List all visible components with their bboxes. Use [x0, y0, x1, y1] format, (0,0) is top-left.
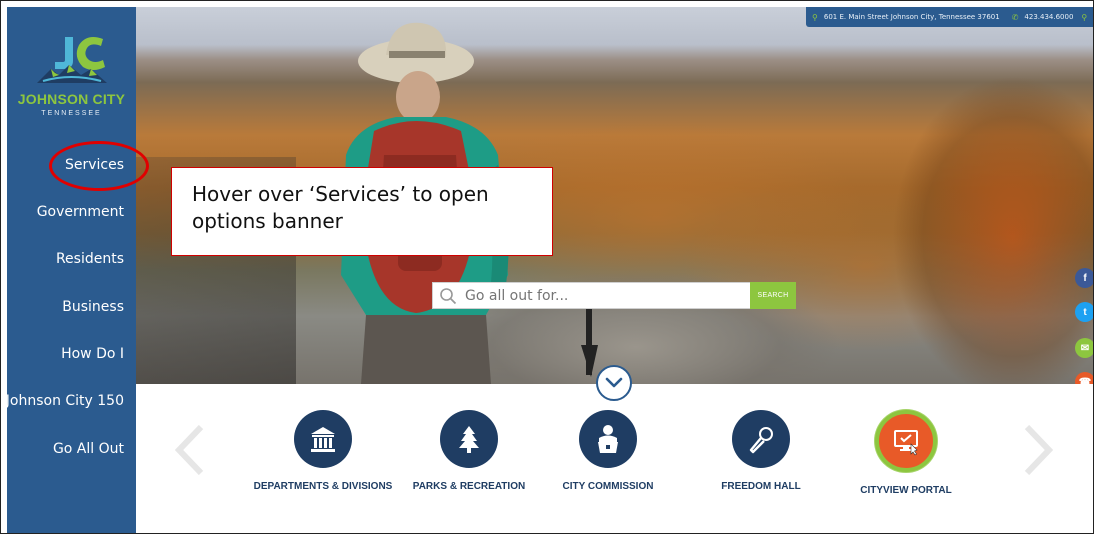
quick-link-label: FREEDOM HALL [721, 481, 801, 492]
nav-item-government[interactable]: Government [37, 204, 124, 220]
search-button[interactable]: SEARCH [750, 282, 796, 309]
building-icon [311, 427, 335, 452]
header-search-icon[interactable]: ⚲ [1081, 13, 1087, 22]
logo-mark-icon [37, 37, 107, 83]
quick-link-parks[interactable]: PARKS & RECREATION [409, 410, 529, 492]
nav-item-how-do-i[interactable]: How Do I [61, 346, 124, 362]
magnifier-icon [440, 287, 457, 304]
quick-link-circle [294, 410, 352, 468]
twitter-icon[interactable]: t [1075, 302, 1093, 322]
quick-link-city-commission[interactable]: CITY COMMISSION [553, 410, 663, 492]
chevron-down-icon [605, 377, 623, 388]
quick-link-circle [875, 410, 937, 472]
logo[interactable]: JOHNSON CITY TENNESSEE [7, 29, 136, 139]
nav-item-residents[interactable]: Residents [56, 251, 124, 267]
monitor-check-icon [894, 430, 918, 456]
sidebar: JOHNSON CITY TENNESSEE Services Governme… [6, 7, 136, 533]
logo-subtitle: TENNESSEE [41, 110, 102, 117]
quick-link-label: DEPARTMENTS & DIVISIONS [253, 481, 393, 492]
facebook-icon[interactable]: f [1075, 268, 1093, 288]
carousel-next-icon[interactable] [1023, 425, 1055, 475]
phone-icon: ✆ [1011, 12, 1019, 22]
quick-link-circle [579, 410, 637, 468]
nav-item-johnson-city-150[interactable]: Johnson City 150 [6, 393, 124, 409]
search-input[interactable] [463, 286, 747, 305]
annotation-callout: Hover over ‘Services’ to open options ba… [171, 167, 553, 256]
nav-item-go-all-out[interactable]: Go All Out [53, 441, 124, 457]
annotation-highlight-ellipse [49, 141, 149, 191]
tree-icon [459, 426, 479, 453]
quick-link-label: PARKS & RECREATION [412, 481, 526, 492]
email-icon[interactable]: ✉ [1075, 338, 1093, 358]
quick-link-label: CITYVIEW PORTAL [860, 485, 952, 496]
phone-text[interactable]: 423.434.6000 [1024, 13, 1073, 21]
quick-link-freedom-hall[interactable]: FREEDOM HALL [706, 410, 816, 492]
quick-link-cityview-portal[interactable]: CITYVIEW PORTAL [856, 410, 956, 496]
scroll-down-button[interactable] [596, 365, 632, 401]
search-field [432, 282, 750, 309]
contact-bar: ⚲ 601 E. Main Street Johnson City, Tenne… [806, 7, 1093, 27]
location-pin-icon: ⚲ [812, 12, 818, 22]
carousel-prev-icon[interactable] [173, 425, 205, 475]
logo-name: JOHNSON CITY [17, 91, 126, 107]
person-podium-icon [598, 425, 618, 453]
browser-frame: ⚲ 601 E. Main Street Johnson City, Tenne… [0, 0, 1094, 534]
quick-link-label: CITY COMMISSION [562, 481, 654, 492]
quick-link-circle [732, 410, 790, 468]
quick-link-circle [440, 410, 498, 468]
quick-link-departments[interactable]: DEPARTMENTS & DIVISIONS [253, 410, 393, 492]
address-text[interactable]: 601 E. Main Street Johnson City, Tenness… [824, 13, 1000, 21]
hero-autumn-tree [843, 67, 1093, 384]
search-bar: SEARCH [432, 282, 796, 309]
microphone-icon [749, 427, 773, 454]
nav-item-business[interactable]: Business [62, 299, 124, 315]
